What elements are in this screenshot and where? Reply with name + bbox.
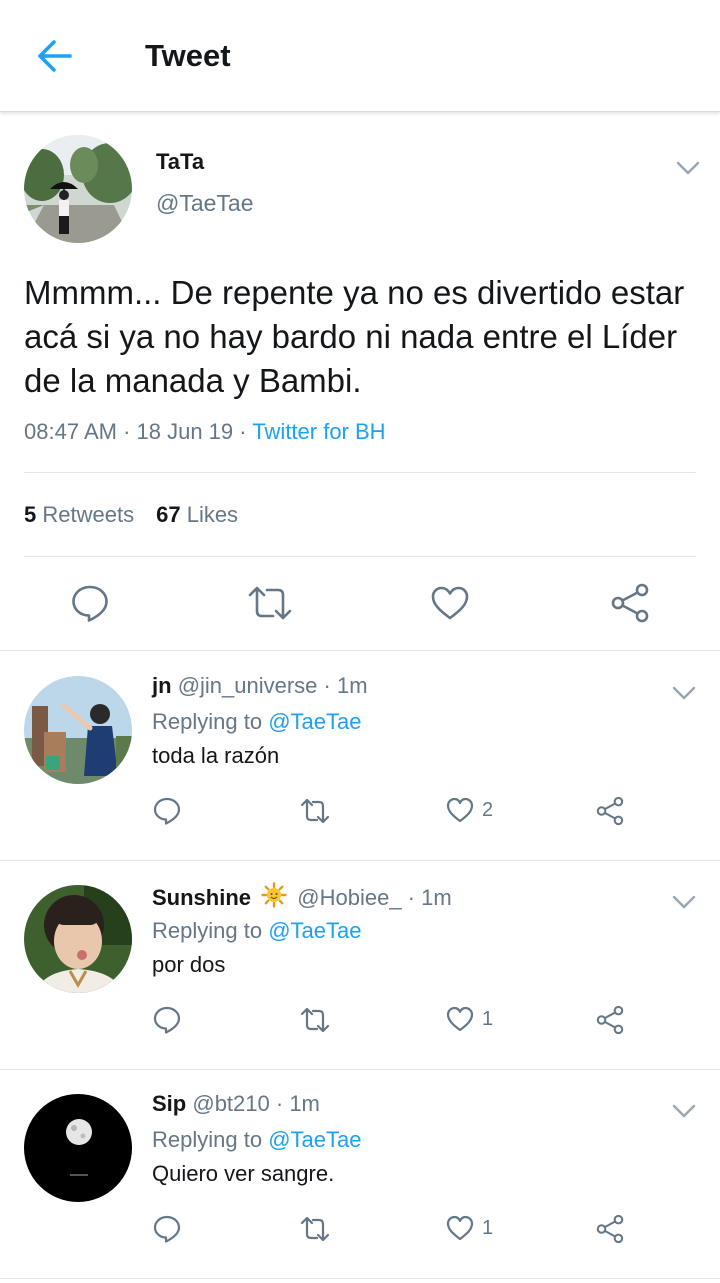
retweet-icon[interactable] [246, 583, 294, 623]
heart-icon [446, 1006, 474, 1032]
heart-icon [446, 797, 474, 823]
replying-label: Replying to [152, 918, 263, 943]
reply-text: por dos [152, 952, 226, 977]
reply-author-name[interactable]: Sunshine [152, 885, 251, 910]
share-icon[interactable] [594, 1214, 626, 1244]
author-name[interactable]: TaTa [156, 149, 204, 175]
page-title: Tweet [145, 38, 231, 73]
replying-to: Replying to @TaeTae [152, 1127, 361, 1153]
mention-link[interactable]: @TaeTae [268, 709, 361, 734]
reply-author-name[interactable]: jn [152, 673, 172, 698]
comment-icon[interactable] [153, 1005, 181, 1035]
retweet-icon[interactable] [299, 796, 331, 826]
meta-separator: · [317, 673, 337, 698]
meta-separator: · [233, 419, 253, 444]
retweet-icon[interactable] [299, 1214, 331, 1244]
reply-time: 1m [421, 885, 452, 910]
back-button[interactable] [34, 36, 78, 76]
comment-icon[interactable] [153, 1214, 181, 1244]
tweet-text: Mmmm... De repente ya no es divertido es… [24, 274, 685, 399]
chevron-down-icon[interactable] [675, 159, 701, 177]
divider [24, 472, 696, 473]
heart-icon [446, 1215, 474, 1241]
share-icon[interactable] [594, 796, 626, 826]
reply-tweet[interactable]: jn @jin_universe · 1m Replying to @TaeTa… [0, 652, 720, 861]
main-tweet: TaTa @TaeTae Mmmm... De repente ya no es… [0, 113, 720, 651]
meta-separator: · [116, 419, 137, 444]
avatar-photo [24, 1094, 132, 1202]
tweet-time: 08:47 AM [24, 419, 117, 444]
author-handle[interactable]: @TaeTae [156, 190, 254, 217]
like-button[interactable]: 1 [446, 1214, 506, 1244]
likes-count: 67 [156, 502, 181, 527]
meta-separator: · [401, 885, 422, 910]
avatar-photo [24, 885, 132, 993]
like-count: 1 [482, 1008, 494, 1030]
retweets-label: Retweets [42, 502, 135, 527]
tweet-source[interactable]: Twitter for BH [252, 419, 385, 444]
tweet-date: 18 Jun 19 [136, 419, 234, 444]
mention-link[interactable]: @TaeTae [268, 918, 361, 943]
replying-to: Replying to @TaeTae [152, 709, 361, 735]
reply-header: Sip @bt210 · 1m [152, 1091, 320, 1117]
avatar[interactable] [24, 885, 132, 993]
arrow-left-icon [38, 40, 72, 72]
avatar[interactable] [24, 1094, 132, 1202]
replying-label: Replying to [152, 1127, 263, 1152]
reply-author-name[interactable]: Sip [152, 1091, 186, 1116]
comment-icon[interactable] [153, 796, 181, 826]
reply-tweet[interactable]: Sip @bt210 · 1m Replying to @TaeTae Quie… [0, 1070, 720, 1279]
likes-stat[interactable]: 67 Likes [156, 502, 238, 527]
reply-author-handle[interactable]: @Hobiee_ [297, 885, 401, 910]
share-icon[interactable] [609, 583, 651, 623]
reply-header: Sunshine @Hobiee_ · 1m [152, 882, 452, 911]
mention-link[interactable]: @TaeTae [268, 1127, 361, 1152]
chevron-down-icon[interactable] [671, 684, 697, 702]
chevron-down-icon[interactable] [671, 1102, 697, 1120]
retweets-count: 5 [24, 502, 37, 527]
avatar[interactable] [24, 676, 132, 784]
tweet-stats: 5 Retweets 67 Likes [24, 502, 238, 528]
divider [24, 556, 696, 557]
like-count: 1 [482, 1217, 494, 1239]
reply-time: 1m [336, 673, 368, 698]
tweet-meta: 08:47 AM · 18 Jun 19 · Twitter for BH [24, 419, 386, 445]
avatar-photo [24, 676, 132, 784]
avatar[interactable] [24, 135, 132, 243]
sun-emoji-icon [261, 882, 287, 908]
retweet-icon[interactable] [299, 1005, 331, 1035]
reply-author-handle[interactable]: @jin_universe [178, 673, 318, 698]
reply-text: Quiero ver sangre. [152, 1161, 335, 1186]
reply-tweet[interactable]: Sunshine @Hobiee_ · 1m Replying to @TaeT… [0, 861, 720, 1070]
like-button[interactable]: 1 [446, 1005, 506, 1035]
replying-label: Replying to [152, 709, 263, 734]
like-count: 2 [482, 799, 494, 821]
chevron-down-icon[interactable] [671, 893, 697, 911]
reply-text: toda la razón [152, 743, 280, 768]
heart-icon[interactable] [430, 585, 470, 621]
reply-header: jn @jin_universe · 1m [152, 673, 368, 699]
comment-icon[interactable] [70, 583, 110, 623]
retweets-stat[interactable]: 5 Retweets [24, 502, 134, 527]
top-bar: Tweet [0, 0, 720, 112]
replying-to: Replying to @TaeTae [152, 918, 361, 944]
reply-author-handle[interactable]: @bt210 [192, 1091, 269, 1116]
meta-separator: · [269, 1091, 290, 1116]
likes-label: Likes [186, 502, 239, 527]
share-icon[interactable] [594, 1005, 626, 1035]
reply-time: 1m [289, 1091, 320, 1116]
like-button[interactable]: 2 [446, 796, 506, 826]
avatar-photo [24, 135, 132, 243]
